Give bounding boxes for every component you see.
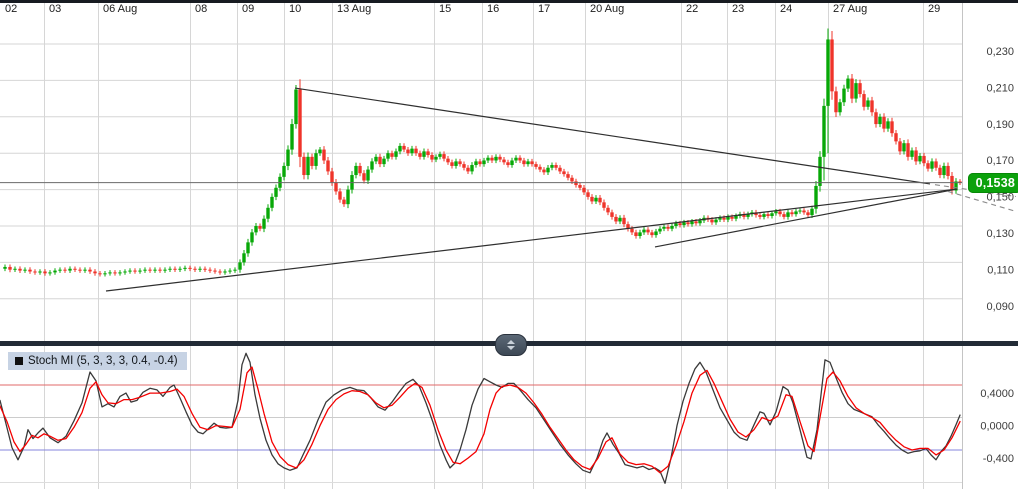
svg-text:-0,400: -0,400 [983,453,1014,465]
trading-chart-window: 02 03 06 Aug 08 09 10 13 Aug 15 16 17 20 Aug 22 23 24… [0,0,1018,489]
splitter-up-arrow-icon [507,340,515,344]
grid-horizontal-lines [0,43,962,300]
svg-text:0,130: 0,130 [986,228,1014,240]
svg-text:0,4000: 0,4000 [980,388,1014,400]
svg-text:0,150: 0,150 [986,192,1014,204]
svg-text:23: 23 [732,3,744,15]
splitter-down-arrow-icon [507,346,515,350]
svg-text:15: 15 [439,3,451,15]
svg-text:10: 10 [289,3,301,15]
svg-text:27 Aug: 27 Aug [833,3,867,15]
indicator-legend[interactable]: Stoch MI (5, 3, 3, 3, 0.4, -0.4) [8,352,187,370]
svg-text:02: 02 [5,3,17,15]
svg-text:29: 29 [928,3,940,15]
svg-text:0,190: 0,190 [986,119,1014,131]
svg-text:08: 08 [195,3,207,15]
indicator-axis-labels: 0,4000 0,0000 -0,400 [980,388,1014,465]
svg-text:22: 22 [686,3,698,15]
splitter-handle-button[interactable] [495,334,527,356]
svg-text:20 Aug: 20 Aug [590,3,624,15]
date-axis-labels: 02 03 06 Aug 08 09 10 13 Aug 15 16 17 20 Aug 22 23 24… [5,3,940,15]
svg-text:17: 17 [538,3,550,15]
indicator-series [0,352,961,484]
svg-text:0,210: 0,210 [986,82,1014,94]
svg-text:09: 09 [242,3,254,15]
black-square-icon [15,357,23,365]
svg-text:0,110: 0,110 [987,264,1014,276]
chart-canvas[interactable]: 02 03 06 Aug 08 09 10 13 Aug 15 16 17 20 Aug 22 23 24… [0,0,1018,489]
last-price-badge: 0,1538 [967,172,1018,193]
window-top-strip [0,0,1018,3]
svg-text:0,170: 0,170 [986,155,1014,167]
indicator-legend-label: Stoch MI (5, 3, 3, 3, 0.4, -0.4) [28,355,178,367]
svg-text:0,0000: 0,0000 [980,421,1014,433]
svg-text:0,090: 0,090 [986,301,1014,313]
chart-area[interactable]: 02 03 06 Aug 08 09 10 13 Aug 15 16 17 20 Aug 22 23 24… [0,0,1018,489]
svg-text:24: 24 [780,3,792,15]
svg-text:16: 16 [487,3,499,15]
svg-text:06 Aug: 06 Aug [103,3,137,15]
svg-text:0,230: 0,230 [986,46,1014,58]
svg-text:03: 03 [49,3,61,15]
svg-text:13 Aug: 13 Aug [337,3,371,15]
grid-vertical-lines [44,3,963,489]
